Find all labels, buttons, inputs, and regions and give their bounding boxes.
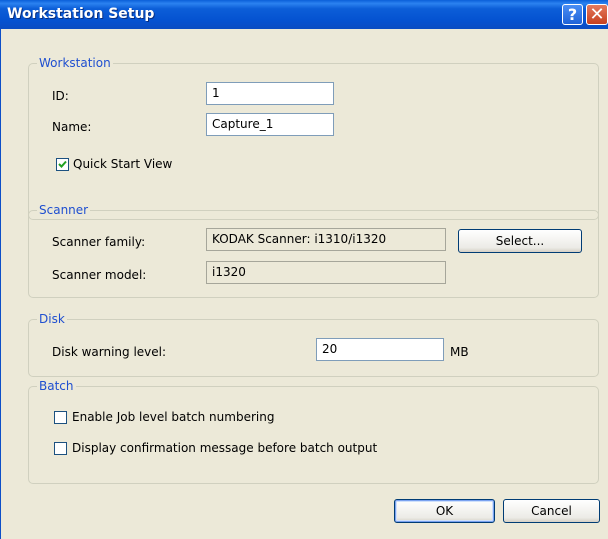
id-label: ID: [52,89,69,103]
job-numbering-checkbox[interactable] [54,411,67,424]
scanner-family-label: Scanner family: [52,235,146,249]
title-bar[interactable]: Workstation Setup ? ✕ [0,0,608,29]
close-button[interactable]: ✕ [586,4,608,25]
dialog-body: Workstation ID: 1 Name: Capture_1 Quick … [0,29,608,539]
name-label: Name: [52,120,92,134]
scanner-family-field: KODAK Scanner: i1310/i1320 [206,228,446,251]
scanner-model-field: i1320 [206,261,446,284]
help-icon: ? [567,5,578,24]
name-input[interactable]: Capture_1 [206,113,334,136]
disk-legend: Disk [37,312,67,326]
disk-warning-label: Disk warning level: [52,345,167,359]
confirm-message-label[interactable]: Display confirmation message before batc… [72,441,377,455]
select-scanner-button[interactable]: Select... [458,229,582,253]
help-button[interactable]: ? [562,4,583,25]
scanner-group: Scanner Scanner family: KODAK Scanner: i… [28,203,599,298]
disk-unit-label: MB [450,345,469,359]
ok-button[interactable]: OK [394,499,495,523]
id-input[interactable]: 1 [206,82,334,105]
workstation-legend: Workstation [37,56,113,70]
batch-legend: Batch [37,379,76,393]
batch-group: Batch Enable Job level batch numbering D… [28,379,599,484]
close-icon: ✕ [589,4,605,25]
job-numbering-label[interactable]: Enable Job level batch numbering [72,410,274,424]
window-title: Workstation Setup [7,6,155,22]
quick-start-checkbox[interactable] [56,158,69,171]
checkmark-icon [58,160,67,168]
confirm-message-checkbox[interactable] [54,442,67,455]
workstation-group: Workstation ID: 1 Name: Capture_1 Quick … [28,56,599,220]
disk-group: Disk Disk warning level: 20 MB [28,312,599,377]
cancel-button[interactable]: Cancel [503,499,600,523]
disk-warning-input[interactable]: 20 [316,338,444,361]
scanner-legend: Scanner [37,203,91,217]
scanner-model-label: Scanner model: [52,268,147,282]
quick-start-label[interactable]: Quick Start View [73,157,172,171]
